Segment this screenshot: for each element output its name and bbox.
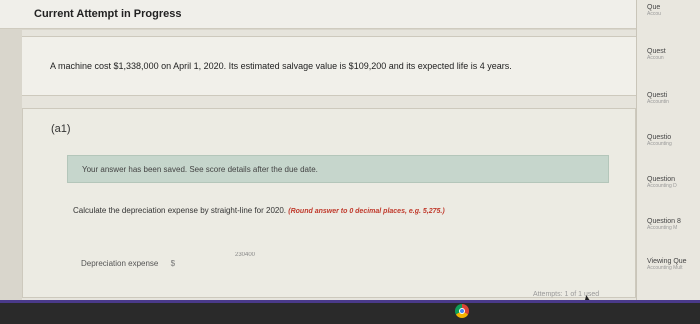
part-a1-box: (a1) Your answer has been saved. See sco… <box>22 108 636 305</box>
question-list-item[interactable]: Quest Accoun <box>647 48 666 61</box>
part-label: (a1) <box>51 123 71 135</box>
question-list-item[interactable]: Question Accounting D <box>647 176 677 189</box>
question-text: A machine cost $1,338,000 on April 1, 20… <box>50 61 512 71</box>
instruction: Calculate the depreciation expense by st… <box>73 206 445 215</box>
currency-symbol: $ <box>170 259 176 268</box>
taskbar-accent-strip <box>0 300 700 303</box>
question-list-item[interactable]: Que Accou <box>647 4 661 17</box>
question-list-item[interactable]: Questio Accounting <box>647 134 672 147</box>
instruction-text: Calculate the depreciation expense by st… <box>73 206 287 215</box>
field-label: Depreciation expense <box>81 259 159 268</box>
chrome-icon[interactable] <box>455 304 469 318</box>
rounding-hint: (Round answer to 0 decimal places, e.g. … <box>288 208 445 215</box>
main-content: A machine cost $1,338,000 on April 1, 20… <box>22 30 636 305</box>
depreciation-expense-input[interactable] <box>233 247 327 263</box>
saved-banner: Your answer has been saved. See score de… <box>67 155 609 183</box>
depreciation-field-row: Depreciation expense $ <box>81 259 175 268</box>
question-list-item[interactable]: Question 8 Accounting M <box>647 218 681 231</box>
page-title: Current Attempt in Progress <box>34 8 182 20</box>
taskbar <box>0 300 700 324</box>
question-list-item[interactable]: Questi Accountin <box>647 92 669 105</box>
saved-message: Your answer has been saved. See score de… <box>82 165 318 174</box>
question-list-item[interactable]: Viewing Que Accounting Mult <box>647 258 687 271</box>
question-list-panel: Que Accou Quest Accoun Questi Accountin … <box>636 0 700 304</box>
question-box: A machine cost $1,338,000 on April 1, 20… <box>22 36 636 96</box>
header-bar: Current Attempt in Progress <box>0 0 636 29</box>
